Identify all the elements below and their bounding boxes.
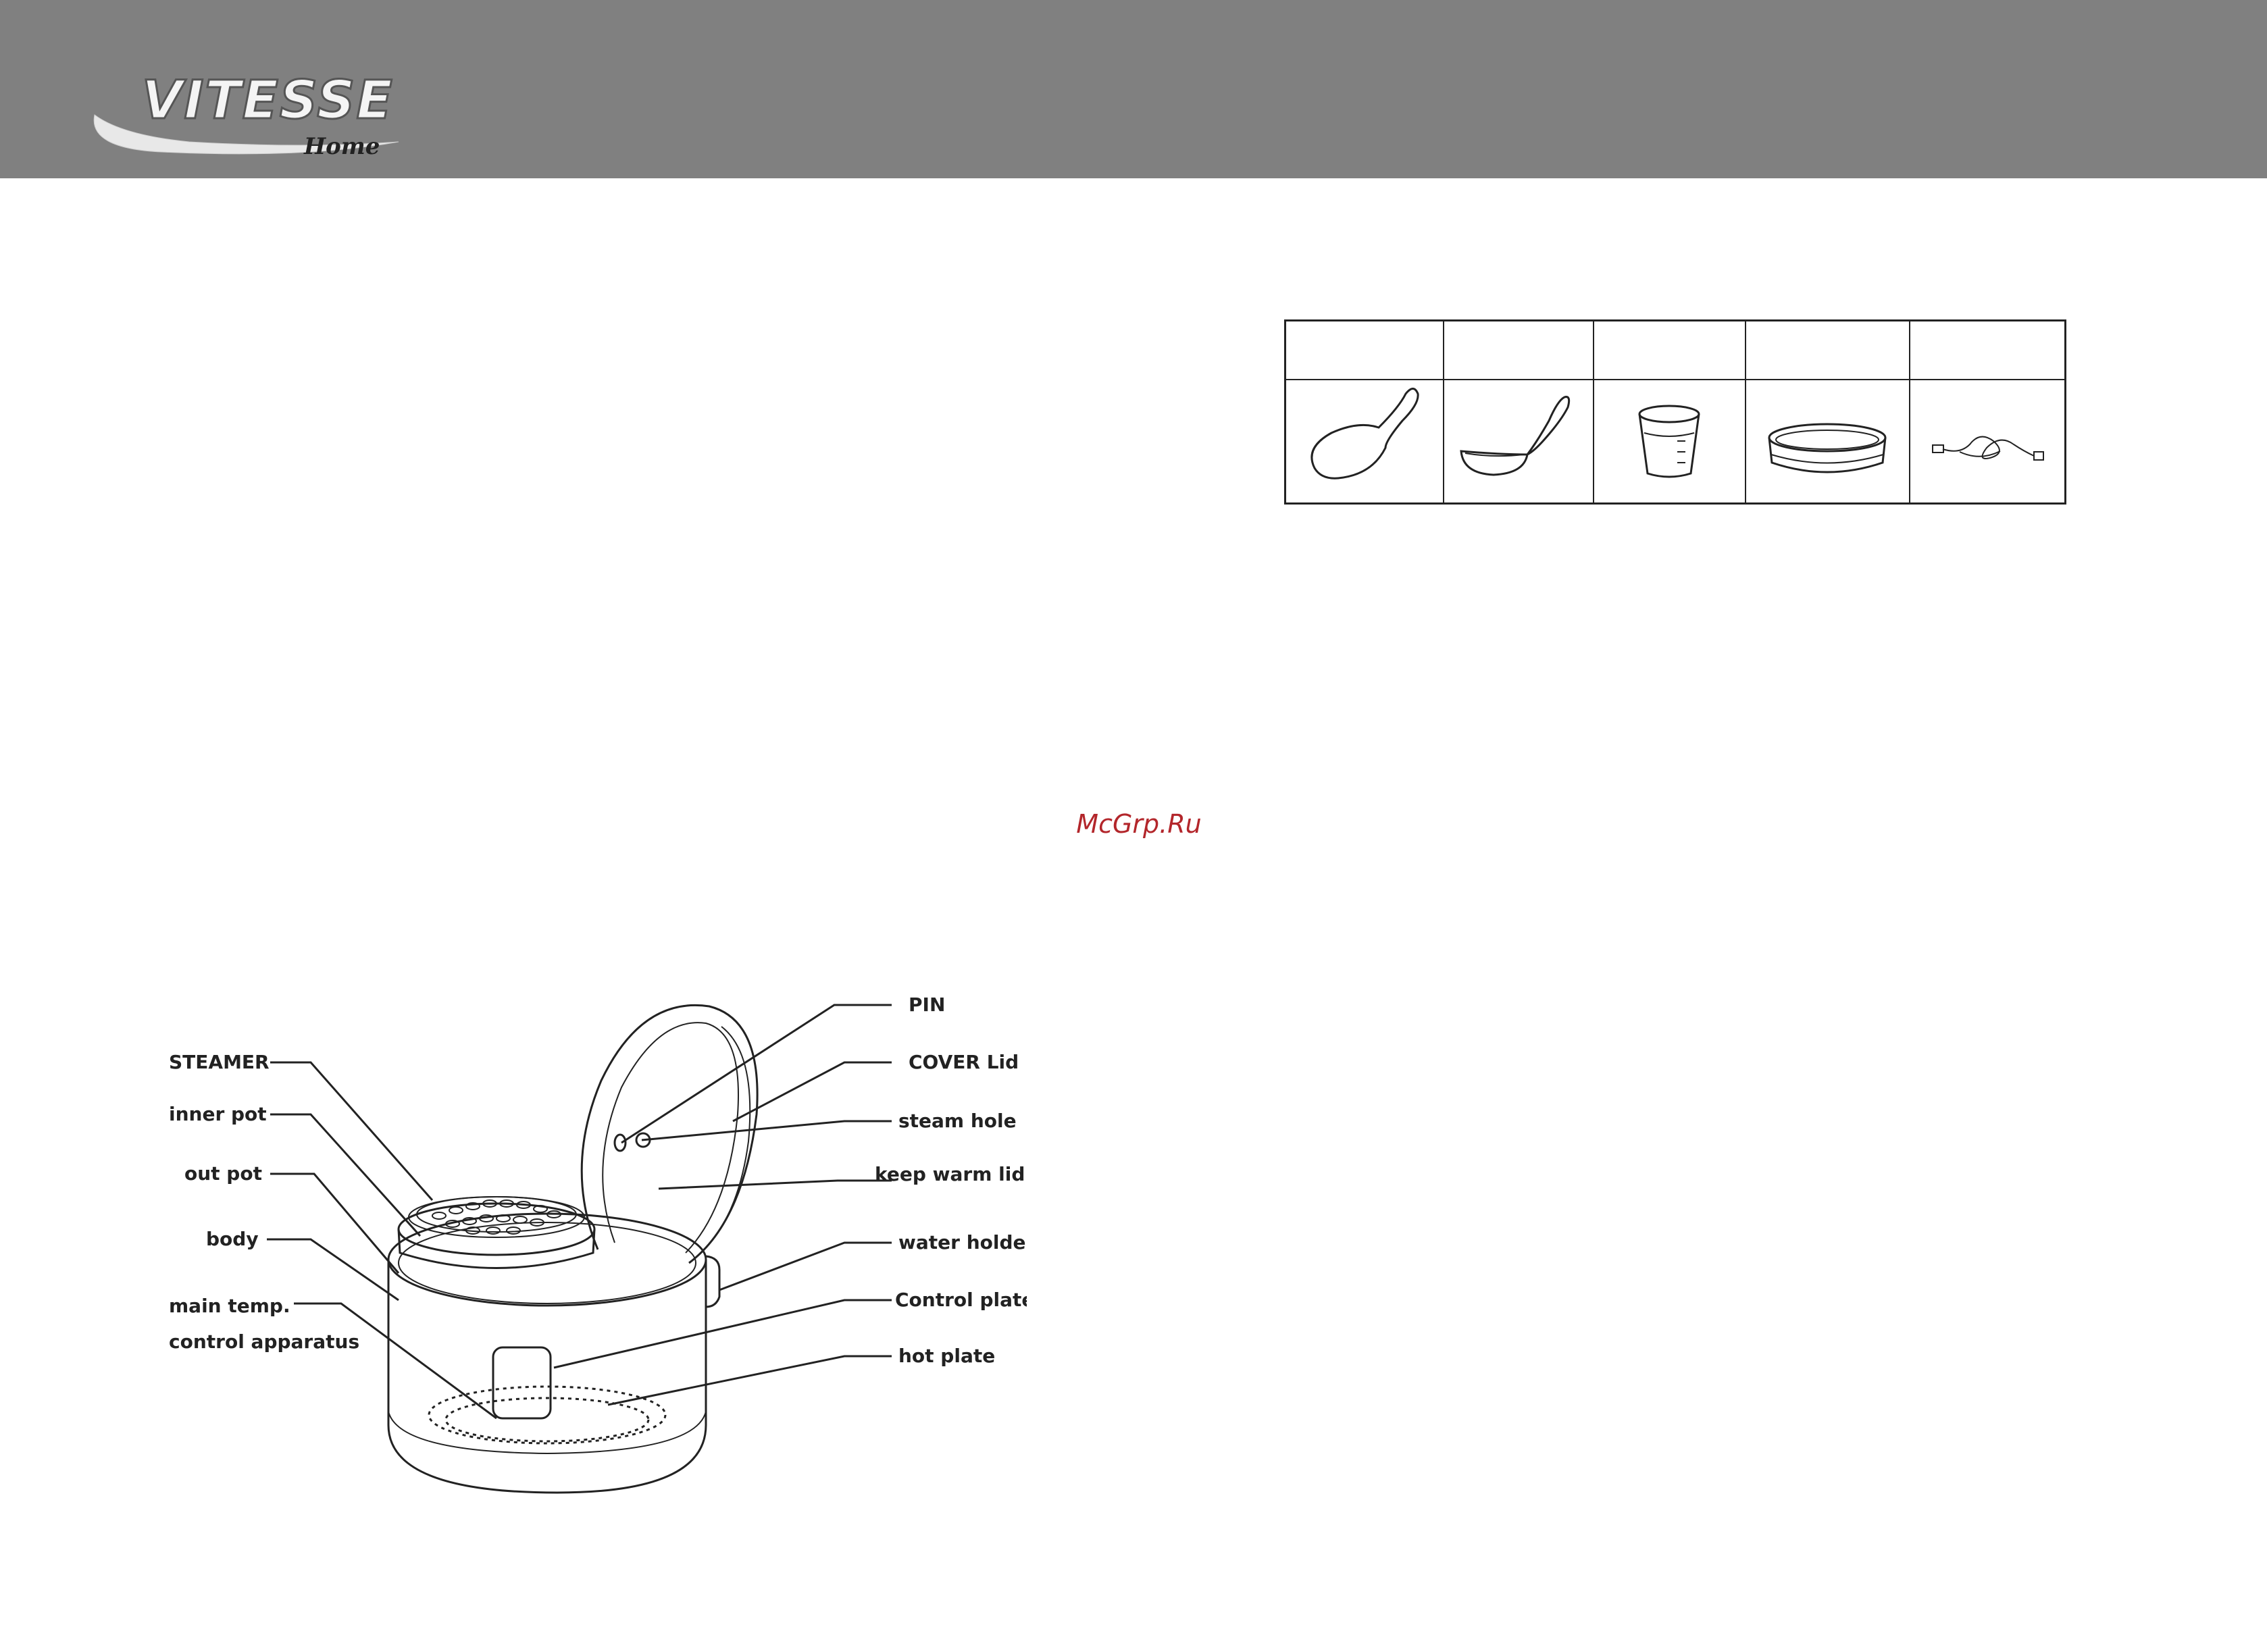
label-body: body [206, 1228, 259, 1250]
label-control-apparatus: control apparatus [169, 1331, 359, 1353]
vitesse-logo: VITESSE Home [93, 70, 399, 160]
label-inner-pot: inner pot [169, 1103, 267, 1125]
label-pin: PIN [909, 993, 945, 1016]
svg-text:Home: Home [303, 133, 380, 160]
page-header: VITESSE Home [0, 0, 2267, 178]
label-control-plate: Control plate [895, 1289, 1027, 1311]
label-cover-lid: COVER Lid [909, 1051, 1019, 1073]
label-out-pot: out pot [184, 1162, 262, 1185]
rice-cooker-illustration [387, 1004, 759, 1494]
label-hot-plate: hot plate [898, 1345, 995, 1367]
watermark-text: McGrp.Ru [1076, 809, 1202, 839]
svg-text:VITESSE: VITESSE [142, 70, 394, 131]
label-water-holder: water holde [898, 1231, 1026, 1254]
label-steam-hole: steam hole [898, 1110, 1017, 1132]
rice-cooker-diagram: STEAMER inner pot out pot body main temp… [169, 993, 1027, 1494]
label-steamer: STEAMER [169, 1051, 270, 1073]
leader-lines [267, 1004, 892, 1420]
accessories-table [1284, 319, 2066, 505]
label-keep-warm-lid: keep warm lid [875, 1163, 1025, 1185]
label-main-temp: main temp. [169, 1295, 290, 1317]
